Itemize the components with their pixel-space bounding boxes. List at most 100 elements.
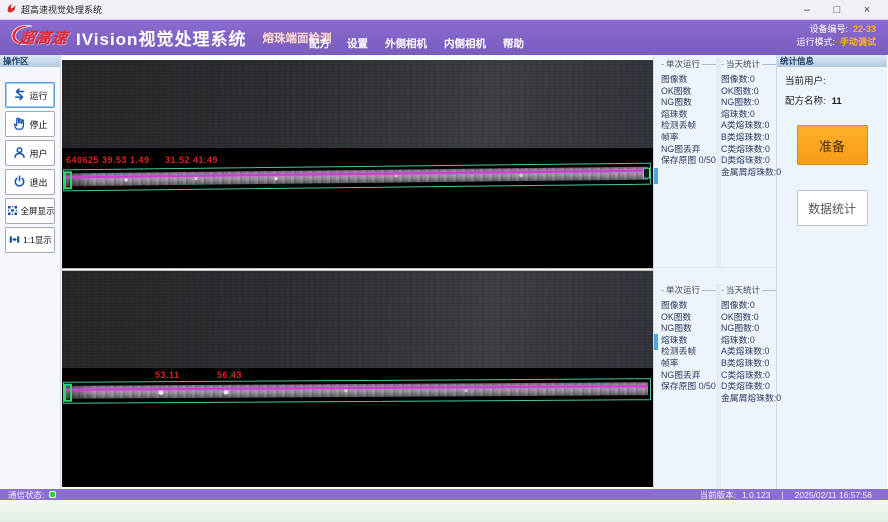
prepare-button[interactable]: 准备 (797, 125, 868, 165)
exit-button[interactable]: 退出 (5, 169, 55, 195)
user-label: 用户 (29, 147, 47, 160)
brand-logo: 超高速 (8, 22, 68, 53)
stat-row: 检测丢帧 (661, 346, 716, 358)
stat-row: 图像数 (661, 74, 716, 86)
stat-row: OK图数 (661, 86, 716, 98)
stop-button[interactable]: 停止 (5, 111, 55, 137)
splitter-handle[interactable] (654, 168, 658, 184)
recipe-value: 11 (832, 96, 842, 107)
version-label: 当前版本: (700, 489, 736, 501)
outer-camera-view: 640625 39.53 1.49 31.52 41.49 (62, 60, 653, 268)
exit-label: 退出 (29, 176, 47, 189)
stat-row: NG图数:0 (721, 323, 776, 335)
stat-row: 熔珠数 (661, 335, 716, 347)
group-title: 当天统计 (721, 284, 776, 296)
menu-item-inner-camera[interactable]: 内侧相机 (444, 36, 486, 51)
group-title: 单次运行 (661, 58, 716, 70)
stats-panel-outer: 单次运行 图像数 OK图数 NG图数 熔珠数 检测丢帧 帧率 NG图丢弃 保存原… (654, 55, 776, 267)
stat-row: B类熔珠数:0 (721, 358, 776, 370)
menu-item-settings[interactable]: 设置 (347, 36, 368, 51)
splitter-handle[interactable] (654, 334, 658, 350)
statistics-column: 单次运行 图像数 OK图数 NG图数 熔珠数 检测丢帧 帧率 NG图丢弃 保存原… (653, 55, 776, 489)
hand-stop-icon (12, 116, 27, 133)
single-run-group: 单次运行 图像数 OK图数 NG图数 熔珠数 检测丢帧 帧率 NG图丢弃 保存原… (661, 58, 716, 267)
measurement-annotation: 31.52 41.49 (165, 155, 218, 165)
stat-row: 保存原图 0/500 (661, 381, 716, 393)
current-user-label: 当前用户: (785, 76, 826, 87)
stat-row: 图像数:0 (721, 74, 776, 86)
stat-row: B类熔珠数:0 (721, 132, 776, 144)
inner-camera-view: 53.11 56.43 (62, 271, 653, 487)
stat-row: 图像数 (661, 300, 716, 312)
device-id-value: 22-33 (853, 23, 876, 36)
group-title: 单次运行 (661, 284, 716, 296)
device-info: 设备编号: 22-33 运行模式: 手动调试 (796, 23, 876, 49)
stat-row: C类熔珠数:0 (721, 144, 776, 156)
fullscreen-button[interactable]: 全屏显示 (5, 198, 55, 224)
stat-row: 金属屑熔珠数:0 (721, 167, 776, 179)
page-title: IVision视觉处理系统 (76, 25, 246, 50)
app-window: 超高速视觉处理系统 – □ × 超高速 IVision视觉处理系统 熔珠端面检测… (0, 0, 888, 522)
stat-row: 检测丢帧 (661, 120, 716, 132)
stat-row: OK图数:0 (721, 312, 776, 324)
separator: | (781, 490, 783, 500)
stat-row: 熔珠数:0 (721, 335, 776, 347)
version-info: 当前版本: 1.0.123 | 2025/02/11 16:57:56 (700, 489, 880, 501)
stat-row: NG图数 (661, 323, 716, 335)
datetime-value: 2025/02/11 16:57:56 (795, 490, 872, 500)
stats-info-header: 统计信息 (777, 55, 887, 67)
strip-start-marker (64, 384, 72, 402)
statistics-info-panel: 统计信息 当前用户: 配方名称: 11 准备 数据统计 (776, 55, 887, 489)
today-stats-group: 当天统计 图像数:0 OK图数:0 NG图数:0 熔珠数:0 A类熔珠数:0 B… (721, 58, 776, 267)
data-statistics-button[interactable]: 数据统计 (797, 190, 868, 226)
main-body: 操作区 运行 停止 用户 退出 全屏显示 (0, 55, 888, 489)
power-icon (12, 174, 27, 191)
menu-item-recipe[interactable]: 配方 (309, 36, 330, 51)
detected-strip-overlay (63, 378, 651, 404)
run-mode-value: 手动调试 (840, 36, 876, 49)
stat-row: OK图数 (661, 312, 716, 324)
detected-strip-overlay (63, 163, 651, 192)
stat-row: A类熔珠数:0 (721, 346, 776, 358)
run-cycle-icon (12, 87, 27, 104)
recipe-label: 配方名称: (785, 96, 826, 107)
camera-background (62, 271, 653, 368)
status-bar: 通信状态: 当前版本: 1.0.123 | 2025/02/11 16:57:5… (0, 489, 888, 500)
stat-row: 帧率 (661, 132, 716, 144)
run-button[interactable]: 运行 (5, 82, 55, 108)
stat-row: 金属屑熔珠数:0 (721, 393, 776, 405)
maximize-button[interactable]: □ (822, 0, 852, 20)
brand-name: 超高速 (18, 27, 70, 48)
one-to-one-button[interactable]: 1:1显示 (5, 227, 55, 253)
menu-item-outer-camera[interactable]: 外侧相机 (385, 36, 427, 51)
run-mode-label: 运行模式: (796, 36, 835, 49)
app-header: 超高速 IVision视觉处理系统 熔珠端面检测 配方 设置 外侧相机 内侧相机… (0, 20, 888, 55)
fullscreen-grid-icon (6, 204, 19, 219)
one-to-one-label: 1:1显示 (23, 234, 52, 246)
camera-background (62, 60, 653, 148)
stat-row: D类熔珠数:0 (721, 381, 776, 393)
stat-row: 熔珠数 (661, 109, 716, 121)
titlebar: 超高速视觉处理系统 – □ × (0, 0, 888, 20)
stat-row: NG图丢弃 (661, 370, 716, 382)
strip-start-marker (64, 171, 72, 189)
stat-row: 帧率 (661, 358, 716, 370)
comm-status-indicator (49, 491, 56, 498)
one-to-one-icon (8, 233, 21, 248)
user-button[interactable]: 用户 (5, 140, 55, 166)
current-user-row: 当前用户: (777, 73, 887, 87)
stat-row: 熔珠数:0 (721, 109, 776, 121)
version-value: 1.0.123 (742, 490, 770, 500)
minimize-button[interactable]: – (792, 0, 822, 20)
stat-row: NG图数 (661, 97, 716, 109)
close-button[interactable]: × (852, 0, 882, 20)
stop-label: 停止 (29, 118, 47, 131)
single-run-group: 单次运行 图像数 OK图数 NG图数 熔珠数 检测丢帧 帧率 NG图丢弃 保存原… (661, 284, 716, 489)
stat-row: NG图数:0 (721, 97, 776, 109)
recipe-row: 配方名称: 11 (777, 93, 887, 107)
run-label: 运行 (29, 89, 47, 102)
stat-row: C类熔珠数:0 (721, 370, 776, 382)
user-icon (12, 145, 27, 162)
menu-item-help[interactable]: 帮助 (503, 36, 524, 51)
fullscreen-label: 全屏显示 (21, 205, 55, 217)
